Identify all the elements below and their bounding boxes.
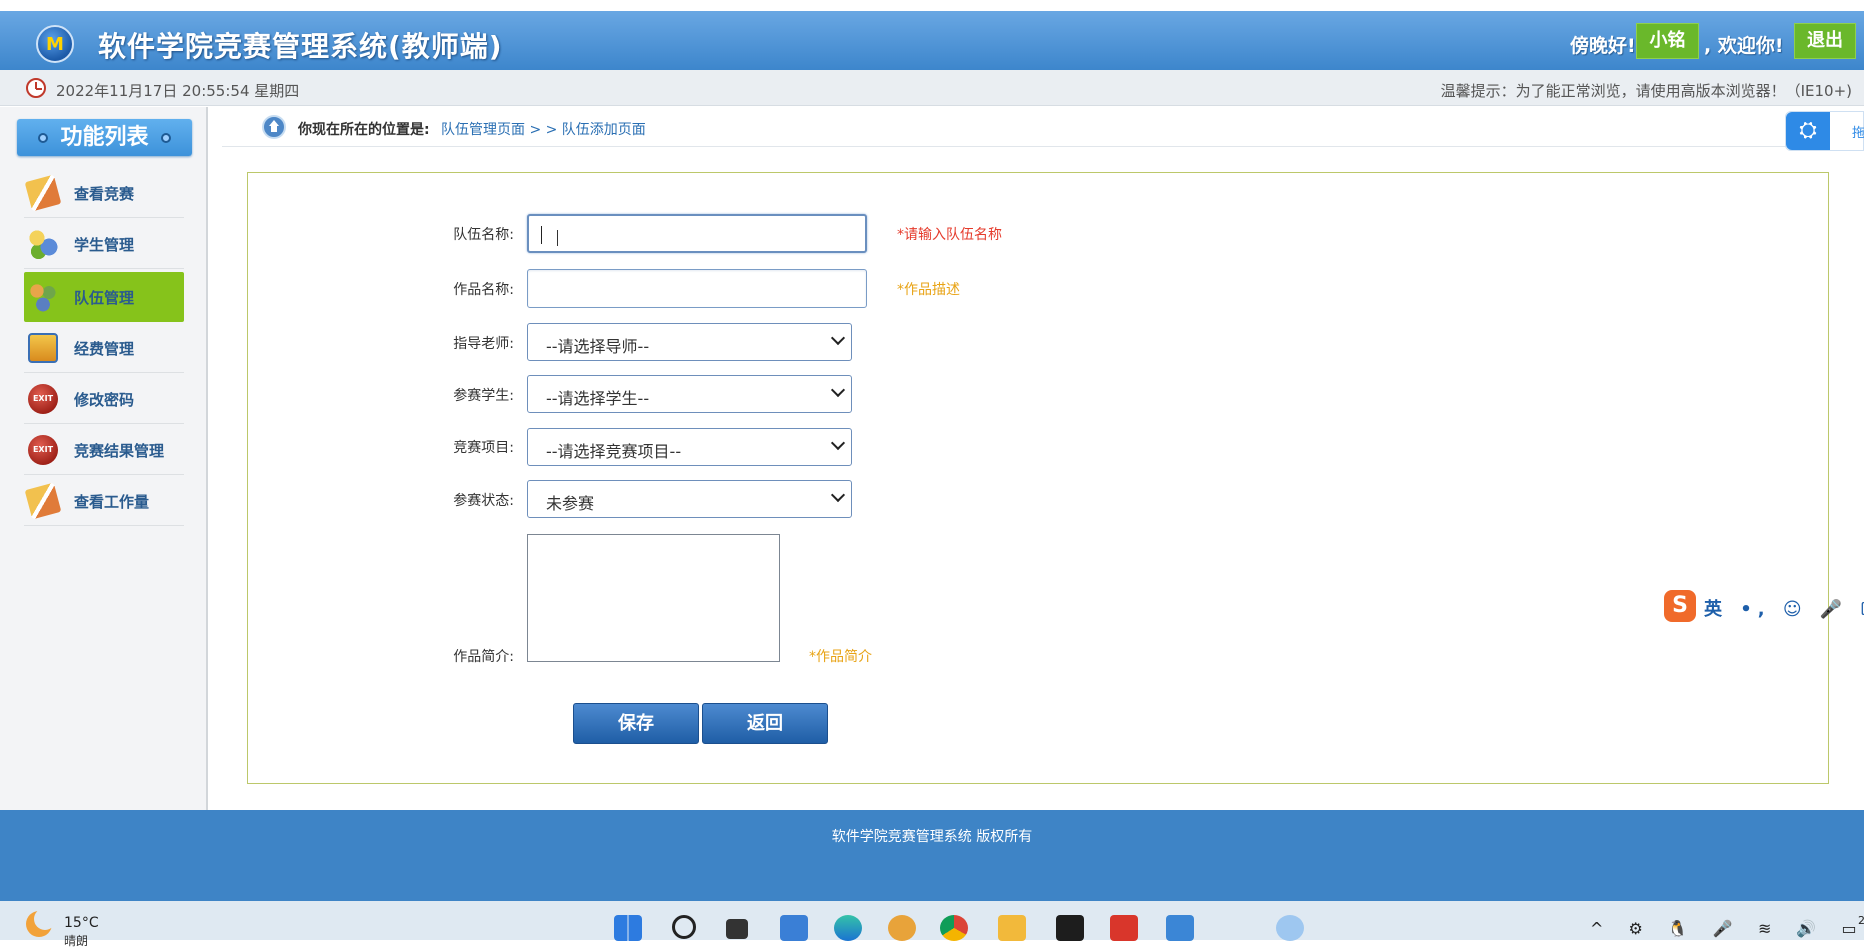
teacher-select[interactable]: --请选择导师-- [527,323,852,361]
student-select-value: --请选择学生-- [546,389,650,408]
sidebar-item-label: 经费管理 [74,340,135,358]
team-icon [28,282,58,312]
sidebar-item-students[interactable]: 学生管理 [24,219,184,269]
intro-hint: *作品简介 [809,649,872,665]
save-button[interactable]: 保存 [573,703,699,744]
sidebar-item-label: 修改密码 [74,391,135,409]
work-name-hint: *作品描述 [897,282,960,298]
student-select[interactable]: --请选择学生-- [527,375,852,413]
moon-icon [26,908,56,937]
folder-icon[interactable] [998,915,1026,941]
project-select-value: --请选择竞赛项目-- [546,442,682,461]
cloud-icon: ⛭ [1786,112,1830,150]
chevron-down-icon [830,330,846,346]
baidu-netdisk-icon[interactable] [1276,915,1304,941]
team-add-form [247,172,1829,784]
breadcrumb-path[interactable]: 队伍管理页面 > > 队伍添加页面 [441,119,646,139]
exit-icon: EXIT [28,435,58,465]
work-name-label: 作品名称: [453,282,514,298]
greeting-text: 傍晚好! [1570,35,1636,57]
work-name-input[interactable] [527,269,867,308]
chevron-down-icon [830,382,846,398]
app-title: 软件学院竞赛管理系统(教师端) [98,30,503,63]
ie-icon[interactable] [888,915,916,941]
back-button[interactable]: 返回 [702,703,828,744]
edge-icon[interactable] [834,915,862,941]
sidebar-item-label: 队伍管理 [74,289,135,307]
sidebar-item-view-competitions[interactable]: 查看竞赛 [24,168,184,218]
photos-icon[interactable] [1166,915,1194,941]
windows-start-icon[interactable] [614,915,642,941]
project-select[interactable]: --请选择竞赛项目-- [527,428,852,466]
ime-items[interactable]: 英 •, ☺ 🎤 ⌨ [1704,595,1864,621]
app-logo-icon: M [36,25,74,63]
dot-icon [160,133,171,143]
logout-button[interactable]: 退出 [1794,23,1856,59]
sidebar-title-text: 功能列表 [60,125,149,150]
sidebar-item-label: 学生管理 [74,236,135,254]
team-name-label: 队伍名称: [453,227,514,243]
current-datetime: 2022年11月17日 20:55:54 星期四 [56,82,300,100]
search-icon[interactable] [672,915,696,939]
text-caret [541,226,542,244]
sidebar-item-workload[interactable]: 查看工作量 [24,476,184,526]
money-icon [28,333,58,363]
footer-copyright: 软件学院竞赛管理系统 版权所有 [831,829,1033,845]
breadcrumb: 你现在所在的位置是: 队伍管理页面 > > 队伍添加页面 [222,107,1864,147]
info-bar: 2022年11月17日 20:55:54 星期四 温馨提示：为了能正常浏览，请使… [0,70,1864,106]
book-icon [24,482,62,520]
intro-textarea[interactable] [527,534,780,662]
sidebar-item-change-password[interactable]: EXIT 修改密码 [24,374,184,424]
teacher-label: 指导老师: [453,336,514,352]
project-label: 竞赛项目: [453,440,514,456]
weather-temperature: 15°C [64,915,99,931]
sidebar-item-results[interactable]: EXIT 竞赛结果管理 [24,425,184,475]
sidebar-item-label: 竞赛结果管理 [74,442,165,460]
sidebar-item-label: 查看工作量 [74,493,150,511]
app-icon[interactable] [780,915,808,941]
system-tray[interactable]: ^ ⚙ 🐧 🎤 ≋ 🔊 ▭ [1590,919,1864,938]
home-icon[interactable] [262,115,286,139]
welcome-text: , 欢迎你! [1704,35,1784,57]
teacher-select-value: --请选择导师-- [546,337,650,356]
chevron-down-icon [830,435,846,451]
jetbrains-icon[interactable] [1056,915,1084,941]
sogou-ime-icon[interactable]: S [1664,590,1696,622]
weather-description: 晴朗 [64,934,89,948]
page-footer: 软件学院竞赛管理系统 版权所有 [0,810,1864,901]
ime-toolbar[interactable]: S 英 •, ☺ 🎤 ⌨ [1662,588,1864,624]
os-taskbar: 15°C 晴朗 ^ ⚙ 🐧 🎤 ≋ 🔊 ▭ 2 [0,901,1864,948]
team-name-hint: *请输入队伍名称 [897,227,1002,243]
sidebar-item-teams[interactable]: 队伍管理 [24,272,184,322]
intro-label: 作品简介: [453,649,514,665]
students-icon [28,229,58,259]
wps-icon[interactable] [1110,915,1138,941]
tray-clock[interactable]: 2 [1858,914,1864,927]
exit-icon: EXIT [28,384,58,414]
student-label: 参赛学生: [453,388,514,404]
chevron-down-icon [830,487,846,503]
status-label: 参赛状态: [453,493,514,509]
top-strip [0,0,1864,11]
dot-icon [38,133,49,143]
sidebar-title: 功能列表 [17,119,192,156]
sidebar: 功能列表 查看竞赛 学生管理 队伍管理 经费管理 EXIT 修改密码 EXIT … [0,107,208,810]
book-icon [24,174,62,212]
breadcrumb-label: 你现在所在的位置是: [298,122,430,138]
username-badge[interactable]: 小铭 [1636,23,1699,59]
browser-tip: 温馨提示：为了能正常浏览，请使用高版本浏览器！（IE10+) [1440,82,1852,100]
baidu-widget[interactable]: ⛭ 拖 [1785,111,1864,151]
app-header: M 软件学院竞赛管理系统(教师端) 傍晚好! 小铭 , 欢迎你! 退出 [0,11,1864,70]
team-name-input[interactable] [527,214,867,253]
sidebar-item-funds[interactable]: 经费管理 [24,323,184,373]
status-select[interactable]: 未参赛 [527,480,852,518]
chrome-icon[interactable] [940,915,968,941]
sidebar-item-label: 查看竞赛 [74,185,135,203]
status-select-value: 未参赛 [546,494,595,513]
ibeam-cursor-icon [557,230,565,246]
task-view-icon[interactable] [726,919,748,939]
clock-icon [26,78,46,98]
baidu-widget-text: 拖 [1852,126,1864,141]
